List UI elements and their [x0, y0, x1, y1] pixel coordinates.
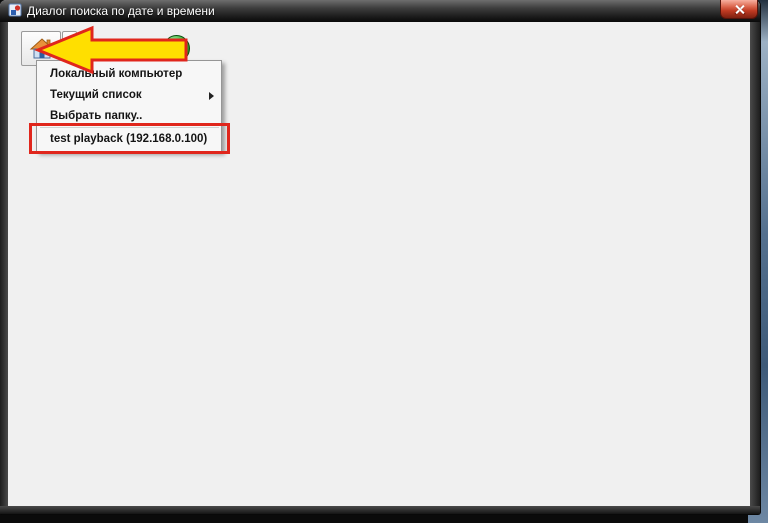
titlebar: Диалог поиска по дате и времени	[0, 0, 760, 22]
window-border-right	[750, 22, 760, 508]
annotation-highlight-box	[29, 123, 230, 154]
menu-item-current-list[interactable]: Текущий список	[38, 85, 221, 106]
close-button[interactable]	[720, 0, 758, 19]
annotation-arrow-icon	[34, 25, 190, 75]
submenu-arrow-icon	[209, 92, 214, 100]
window-border-bottom	[0, 506, 760, 514]
app-icon	[8, 3, 23, 18]
window-title: Диалог поиска по дате и времени	[27, 4, 215, 18]
window-border-left	[0, 22, 8, 508]
menu-item-label: Текущий список	[50, 89, 142, 101]
